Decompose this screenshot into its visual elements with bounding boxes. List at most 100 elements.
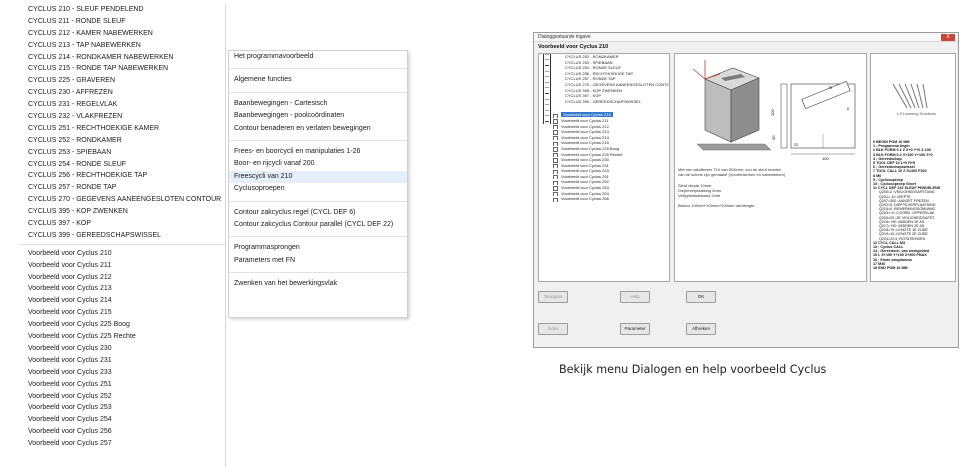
menu-item-cyclus[interactable]: CYCLUS 211 - RONDE SLEUF <box>20 16 225 28</box>
submenu-separator <box>229 135 407 141</box>
brand-label: LS Learning Solutions <box>897 111 937 116</box>
submenu-item[interactable]: Programmasprongen <box>229 242 407 254</box>
menu-item-voorbeeld[interactable]: Voorbeeld voor Cyclus 213 <box>20 283 225 295</box>
submenu-item[interactable]: Het programmavoorbeeld <box>229 51 407 63</box>
dim-height-label: 100 <box>770 109 775 116</box>
workpiece-drawing: 100 100 30 22 75 6 <box>692 60 856 161</box>
ok-button[interactable]: OK <box>686 291 716 303</box>
index-button[interactable]: Index <box>538 323 568 335</box>
workpiece-3d-icon <box>692 60 772 151</box>
tree-item-label: Voorbeeld voor Cyclus 210 <box>561 112 613 118</box>
help-submenu: Het programmavoorbeeld Algemene functies B… <box>228 50 408 318</box>
tree-gap <box>539 104 669 112</box>
submenu-separator <box>229 267 407 274</box>
menu-item-cyclus[interactable]: CYCLUS 213 - TAP NABEWERKEN <box>20 40 225 52</box>
menu-item-voorbeeld[interactable]: Voorbeeld voor Cyclus 256 <box>20 426 225 438</box>
description-line: Veiligheidsafstand 2mm <box>678 193 721 198</box>
menu-item-cyclus[interactable]: CYCLUS 215 - RONDE TAP NABEWERKEN <box>20 63 225 75</box>
submenu-separator <box>229 87 407 93</box>
dialog-window: Dialoggestuurde ingave X Voorbeeld voor … <box>533 32 959 348</box>
tree-item-label: Voorbeeld voor Cyclus 225 Boog <box>561 145 620 151</box>
submenu-separator <box>229 196 407 202</box>
menu-item-voorbeeld[interactable]: Voorbeeld voor Cyclus 257 <box>20 438 225 450</box>
menu-item-cyclus[interactable]: CYCLUS 251 - RECHTHOEKIGE KAMER <box>20 123 225 135</box>
menu-item-voorbeeld[interactable]: Voorbeeld voor Cyclus 225 Boog <box>20 319 225 331</box>
menu-item-cyclus[interactable]: CYCLUS 210 - SLEUF PENDELEND <box>20 4 225 16</box>
tree-item-label: Voorbeeld voor Cyclus 233 <box>561 168 609 174</box>
dim-depth-label: 30 <box>771 135 776 140</box>
tree-item-label: Voorbeeld voor Cyclus 213 <box>561 129 609 135</box>
menu-item-voorbeeld[interactable]: Voorbeeld voor Cyclus 215 <box>20 307 225 319</box>
menu-separator <box>20 242 225 245</box>
menu-item-cyclus[interactable]: CYCLUS 399 - GEREEDSCHAPSWISSEL <box>20 230 225 242</box>
close-button[interactable]: X <box>941 34 955 41</box>
dialog-title: Dialoggestuurde ingave <box>538 34 591 40</box>
tree-item-voorbeeld[interactable]: Voorbeeld voor Cyclus 256 <box>539 196 669 202</box>
menu-item-voorbeeld[interactable]: Voorbeeld voor Cyclus 231 <box>20 355 225 367</box>
submenu-item[interactable]: Baanbewegingen - Cartesisch <box>229 98 407 110</box>
menu-item-voorbeeld[interactable]: Voorbeeld voor Cyclus 233 <box>20 367 225 379</box>
menu-item-voorbeeld[interactable]: Voorbeeld voor Cyclus 225 Rechte <box>20 331 225 343</box>
menu-item-cyclus[interactable]: CYCLUS 231 - REGELVLAK <box>20 99 225 111</box>
menu-item-cyclus[interactable]: CYCLUS 225 - GRAVEREN <box>20 75 225 87</box>
dialog-titlebar: Dialoggestuurde ingave <box>534 33 958 42</box>
menu-item-voorbeeld[interactable]: Voorbeeld voor Cyclus 254 <box>20 414 225 426</box>
tree-item-label: Voorbeeld voor Cyclus 253 <box>561 185 609 191</box>
menu-item-voorbeeld[interactable]: Voorbeeld voor Cyclus 212 <box>20 272 225 284</box>
submenu-item[interactable]: Boor- en rijcycli vanaf 200 <box>229 158 407 170</box>
menu-item-cyclus[interactable]: CYCLUS 212 - KAMER NABEWERKEN <box>20 28 225 40</box>
example-preview: 100 100 30 22 75 6 Met een sleuffrezer T… <box>674 53 867 282</box>
menu-item-cyclus[interactable]: CYCLUS 214 - RONDKAMER NABEWERKEN <box>20 52 225 64</box>
tree-item-label: Voorbeeld voor Cyclus 212 <box>561 123 609 129</box>
submenu-item[interactable]: Baanbewegingen - poolcoördinaten <box>229 110 407 122</box>
menu-item-voorbeeld[interactable]: Voorbeeld voor Cyclus 214 <box>20 295 225 307</box>
help-button[interactable]: Help <box>620 291 650 303</box>
menu-item-cyclus[interactable]: CYCLUS 256 - RECHTHOEKIGE TAP <box>20 170 225 182</box>
submenu-item[interactable]: Contour zakcyclus regel (CYCL DEF 6) <box>229 207 407 219</box>
tree-item-label: Voorbeeld voor Cyclus 225 Rechte <box>561 151 623 157</box>
dim-slot-width-label: 6 <box>847 107 849 111</box>
cyclus-tree[interactable]: CYCLUS 252 - RONDKAMER CYCLUS 253 - SPIEB… <box>538 53 670 282</box>
submenu-item[interactable]: Contour benaderen en verlaten bewegingen <box>229 123 407 135</box>
menu-item-cyclus[interactable]: CYCLUS 257 - RONDE TAP <box>20 182 225 194</box>
menu-item-voorbeeld[interactable]: Voorbeeld voor Cyclus 252 <box>20 391 225 403</box>
back-button[interactable]: Terugaan <box>538 291 568 303</box>
tree-item-label: Voorbeeld voor Cyclus 256 <box>561 196 609 202</box>
menu-item-cyclus[interactable]: CYCLUS 252 - RONDKAMER <box>20 135 225 147</box>
menu-item-voorbeeld[interactable]: Voorbeeld voor Cyclus 230 <box>20 343 225 355</box>
parameter-button[interactable]: Parameter <box>620 323 650 335</box>
tree-item-label: Voorbeeld voor Cyclus 254 <box>561 190 609 196</box>
tree-item-label: Voorbeeld voor Cyclus 214 <box>561 134 609 140</box>
cyclus-menu-list: CYCLUS 210 - SLEUF PENDELEND CYCLUS 211 -… <box>20 4 226 467</box>
menu-item-cyclus[interactable]: CYCLUS 232 - VLAKFREZEN <box>20 111 225 123</box>
tree-item-cyclus[interactable]: CYCLUS 399 - GEREEDSCHAPSWISSEL <box>539 99 669 105</box>
page-caption: Bekijk menu Dialogen en help voorbeeld C… <box>559 363 827 376</box>
menu-item-voorbeeld[interactable]: Voorbeeld voor Cyclus 211 <box>20 260 225 272</box>
menu-item-cyclus[interactable]: CYCLUS 253 - SPIEBAAN <box>20 147 225 159</box>
cancel-button[interactable]: Afbreken <box>686 323 716 335</box>
submenu-item[interactable]: Freescycli van 210 <box>229 170 407 184</box>
submenu-item[interactable]: Algemene functies <box>229 74 407 86</box>
submenu-separator <box>229 63 407 70</box>
dim-small-label: 22 <box>794 142 799 147</box>
menu-item-cyclus[interactable]: CYCLUS 395 - KOP ZWENKEN <box>20 206 225 218</box>
description-line: Blanco 100mm*100mm*100mm randlengte <box>678 203 755 209</box>
submenu-item[interactable]: Zwenken van het bewerkingsvlak <box>229 278 407 290</box>
menu-item-cyclus[interactable]: CYCLUS 270 - GEGEVENS AANEENGESLOTEN CON… <box>20 194 225 206</box>
dialog-header: Voorbeeld voor Cyclus 210 <box>538 44 609 50</box>
submenu-item[interactable]: Cyclusoproepen <box>229 183 407 195</box>
tree-item-label: Voorbeeld voor Cyclus 251 <box>561 173 609 179</box>
menu-item-cyclus[interactable]: CYCLUS 254 - RONDE SLEUF <box>20 159 225 171</box>
menu-item-cyclus[interactable]: CYCLUS 230 - AFFREZEN <box>20 87 225 99</box>
description-line: van de schets zijn gemaakt! (Voorbewerke… <box>678 172 786 178</box>
workpiece-2d-drawing <box>780 80 856 155</box>
menu-item-voorbeeld[interactable]: Voorbeeld voor Cyclus 210 <box>20 248 225 260</box>
menu-item-voorbeeld[interactable]: Voorbeeld voor Cyclus 251 <box>20 379 225 391</box>
nc-program-panel: LS Learning Solutions 0 BEGIN PGM 10 MM 1… <box>870 53 956 282</box>
menu-item-voorbeeld[interactable]: Voorbeeld voor Cyclus 253 <box>20 402 225 414</box>
submenu-item[interactable]: Frees- en boorcycli en manipulaties 1-26 <box>229 146 407 158</box>
nc-code-line: 18 END PGM 10 MM <box>873 266 908 270</box>
menu-item-cyclus[interactable]: CYCLUS 397 - KOP <box>20 218 225 230</box>
submenu-item[interactable]: Parameters met FN <box>229 255 407 267</box>
submenu-item[interactable]: Contour zakcyclus Contour parallel (CYCL… <box>229 219 407 231</box>
